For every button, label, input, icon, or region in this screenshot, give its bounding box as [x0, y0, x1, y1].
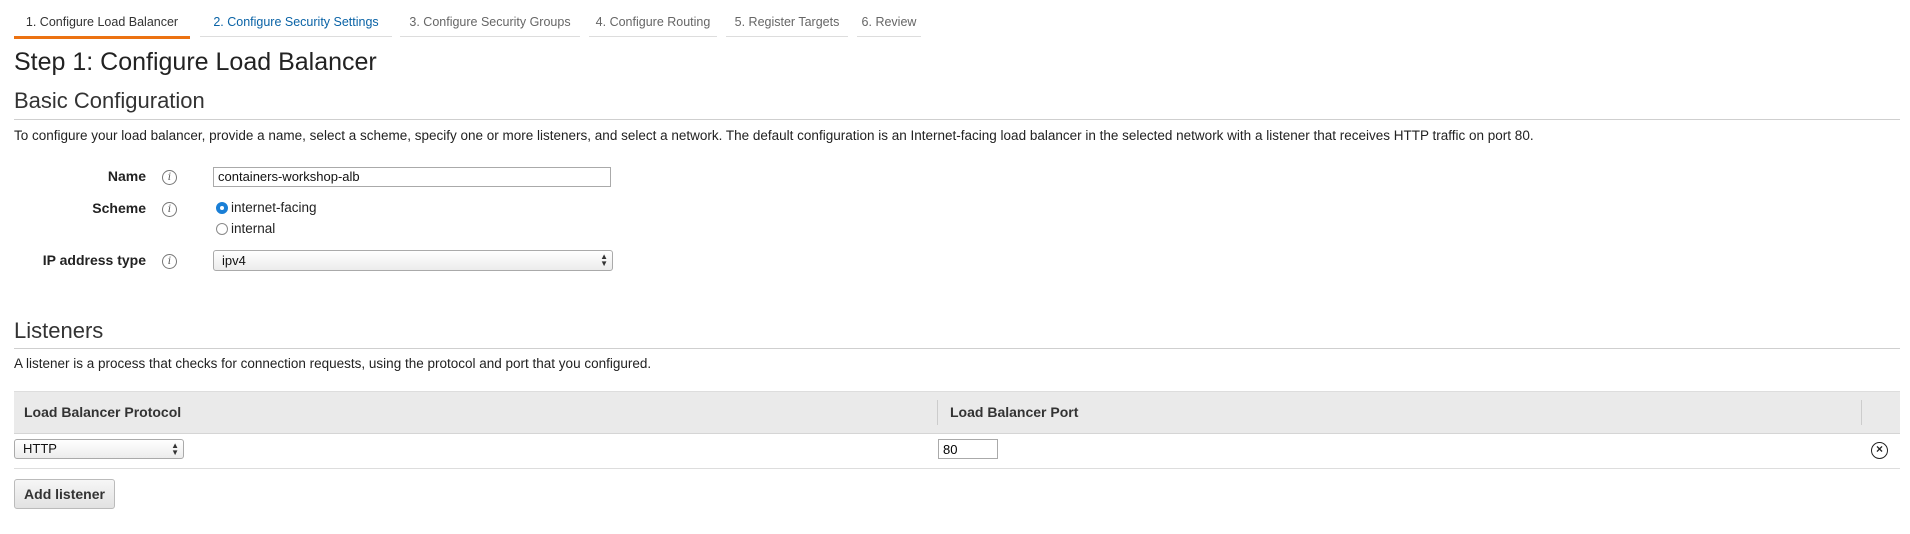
- tab-label: 4. Configure Routing: [595, 15, 711, 29]
- tab-configure-load-balancer[interactable]: 1. Configure Load Balancer: [14, 8, 190, 39]
- select-arrows-icon: ▲ ▼: [600, 252, 608, 268]
- info-icon[interactable]: i: [162, 202, 177, 217]
- add-listener-button[interactable]: Add listener: [14, 479, 115, 509]
- tab-label: 2. Configure Security Settings: [213, 15, 379, 29]
- remove-circle-icon[interactable]: ×: [1871, 442, 1888, 459]
- section-divider: [14, 348, 1900, 349]
- scheme-internet-facing-label[interactable]: internet-facing: [231, 200, 317, 215]
- info-icon[interactable]: i: [162, 254, 177, 269]
- page-title: Step 1: Configure Load Balancer: [14, 48, 377, 76]
- scheme-internal-label[interactable]: internal: [231, 221, 275, 236]
- ip-address-type-select[interactable]: ipv4 ▲ ▼: [213, 250, 613, 271]
- info-icon[interactable]: i: [162, 170, 177, 185]
- section-divider: [14, 119, 1900, 120]
- column-header-protocol: Load Balancer Protocol: [24, 404, 182, 420]
- basic-configuration-description: To configure your load balancer, provide…: [14, 128, 1534, 143]
- listeners-table-header: Load Balancer Protocol Load Balancer Por…: [14, 391, 1900, 434]
- tab-configure-routing[interactable]: 4. Configure Routing: [589, 8, 717, 37]
- tab-review[interactable]: 6. Review: [857, 8, 921, 37]
- basic-configuration-heading: Basic Configuration: [14, 88, 205, 113]
- tab-configure-security-settings[interactable]: 2. Configure Security Settings: [200, 8, 392, 37]
- listeners-heading: Listeners: [14, 318, 104, 343]
- tab-label: 1. Configure Load Balancer: [25, 15, 179, 29]
- tab-label: 3. Configure Security Groups: [409, 15, 571, 29]
- select-arrows-icon: ▲ ▼: [171, 441, 179, 457]
- column-header-port: Load Balancer Port: [950, 404, 1079, 420]
- scheme-internal-radio[interactable]: [216, 223, 228, 235]
- tab-label: 5. Register Targets: [734, 15, 840, 29]
- tab-label: 6. Review: [861, 15, 917, 29]
- column-divider: [1861, 400, 1862, 425]
- scheme-label: Scheme: [92, 200, 146, 216]
- column-divider: [937, 400, 938, 425]
- tab-configure-security-groups[interactable]: 3. Configure Security Groups: [400, 8, 580, 37]
- ip-address-type-value: ipv4: [222, 253, 246, 268]
- protocol-select[interactable]: HTTP ▲ ▼: [14, 439, 184, 459]
- name-label: Name: [107, 168, 146, 184]
- tab-register-targets[interactable]: 5. Register Targets: [726, 8, 848, 37]
- scheme-internet-facing-radio[interactable]: [216, 202, 228, 214]
- ip-address-type-label: IP address type: [42, 252, 146, 268]
- protocol-value: HTTP: [23, 441, 57, 456]
- name-input[interactable]: [213, 167, 611, 187]
- port-input[interactable]: [938, 439, 998, 459]
- listeners-description: A listener is a process that checks for …: [14, 356, 652, 371]
